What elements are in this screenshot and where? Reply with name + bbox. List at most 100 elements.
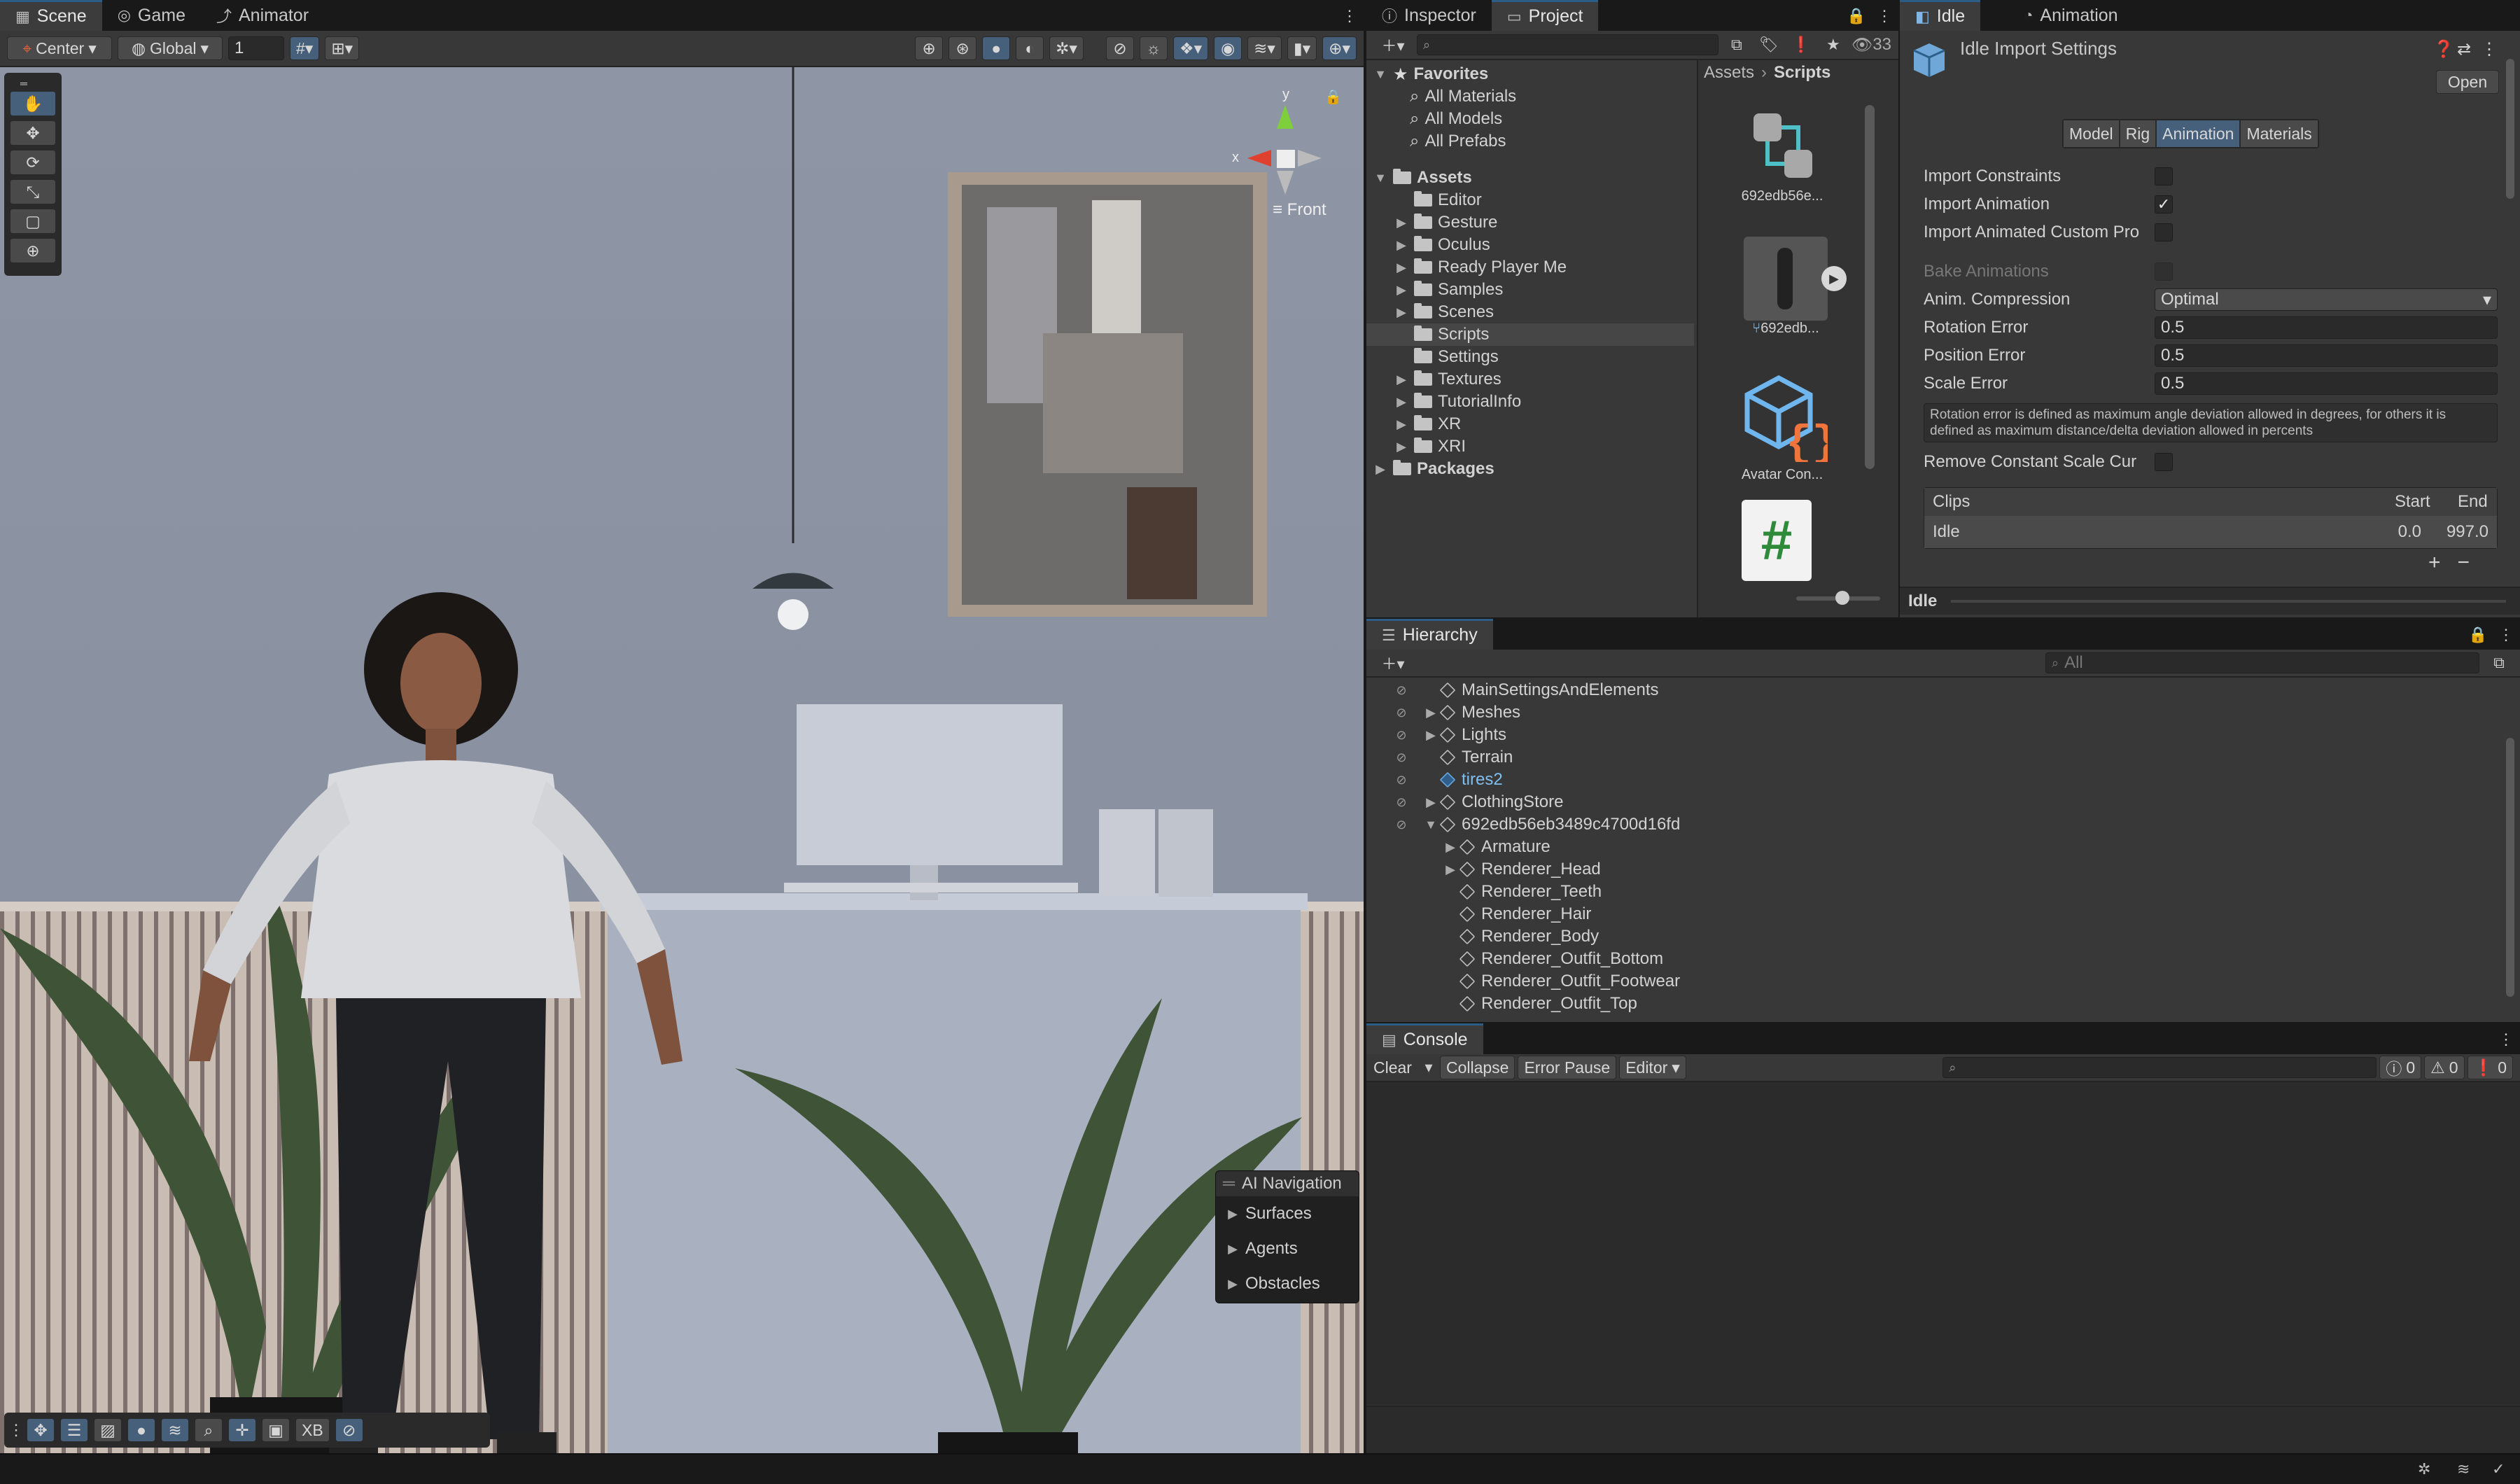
lock-icon[interactable]: 🔒 xyxy=(2464,623,2492,647)
scale-error-field[interactable]: 0.5 xyxy=(2155,372,2498,395)
hierarchy-item[interactable]: ⊘Renderer_Teeth xyxy=(1366,881,2500,903)
gizmos-icon[interactable]: ⊕▾ xyxy=(1322,36,1357,60)
warning-filter-toggle[interactable]: ⚠ 0 xyxy=(2424,1056,2465,1079)
asset-folder-tutorialinfo[interactable]: ▶ TutorialInfo xyxy=(1366,391,1694,413)
visibility-hidden-icon[interactable]: ⊘ xyxy=(1393,794,1410,811)
more-options-icon[interactable]: ⋮ xyxy=(2492,1028,2520,1051)
asset-folder-gesture[interactable]: ▶ Gesture xyxy=(1366,211,1694,234)
ai-navigation-item-obstacles[interactable]: ▶ Obstacles xyxy=(1216,1266,1359,1301)
ai-navigation-item-surfaces[interactable]: ▶ Surfaces xyxy=(1216,1196,1359,1231)
rotate-tool-icon[interactable]: ⟳ xyxy=(10,150,56,175)
import-constraints-checkbox[interactable] xyxy=(2155,167,2173,186)
breadcrumb-current[interactable]: Scripts xyxy=(1774,63,1830,83)
import-animated-custom-checkbox[interactable] xyxy=(2155,223,2173,241)
asset-folder-samples[interactable]: ▶ Samples xyxy=(1366,279,1694,301)
hierarchy-item[interactable]: ⊘Renderer_Outfit_Footwear xyxy=(1366,970,2500,993)
layers-icon[interactable]: ≋▾ xyxy=(1247,36,1282,60)
visibility-hidden-icon[interactable]: ⊘ xyxy=(1393,816,1410,833)
tab-console[interactable]: ▤ Console xyxy=(1366,1023,1483,1054)
transform-tool-icon[interactable]: ⊕ xyxy=(10,238,56,263)
camera-settings-icon[interactable]: ▮▾ xyxy=(1287,36,1317,60)
position-error-field[interactable]: 0.5 xyxy=(2155,344,2498,367)
favorite-item[interactable]: ⌕ All Prefabs xyxy=(1366,130,1694,153)
effects-toggle-icon[interactable]: ❖▾ xyxy=(1172,36,1209,60)
gizmo-view-label[interactable]: ≡ Front xyxy=(1273,200,1326,220)
chevron-right-icon[interactable]: ▶ xyxy=(1424,795,1438,810)
asset-folder-settings[interactable]: Settings xyxy=(1366,346,1694,368)
visibility-toggle-icon[interactable]: ◉ xyxy=(1214,36,1242,60)
draw-mode-unlit-icon[interactable]: ◐ xyxy=(1016,36,1044,60)
sub-tab-rig[interactable]: Rig xyxy=(2119,120,2157,148)
asset-folder-editor[interactable]: Editor xyxy=(1366,189,1694,211)
visibility-hidden-icon[interactable]: ⊘ xyxy=(1393,749,1410,766)
tab-animation[interactable]: ◔ Animation xyxy=(2008,0,2133,31)
search-icon[interactable]: ⌕ xyxy=(195,1418,223,1442)
chevron-right-icon[interactable]: ▶ xyxy=(1394,440,1408,454)
open-button[interactable]: Open xyxy=(2436,70,2499,94)
layers-icon[interactable]: ≋ xyxy=(161,1418,189,1442)
chevron-right-icon[interactable]: ▶ xyxy=(1443,840,1457,855)
tab-hierarchy[interactable]: ☰ Hierarchy xyxy=(1366,619,1493,650)
hierarchy-item[interactable]: ⊘ ▶ Lights xyxy=(1366,724,2500,746)
more-options-icon[interactable]: ⋮ xyxy=(1336,4,1364,28)
favorite-icon[interactable]: ★ xyxy=(1819,33,1847,57)
more-options-icon[interactable]: ⋮ xyxy=(2481,39,2498,59)
lighting-toggle-icon[interactable]: ☼ xyxy=(1139,36,1168,60)
more-options-icon[interactable]: ⋮ xyxy=(1870,4,1898,28)
scene-viewport[interactable]: ═ ✋ ✥ ⟳ ⤡ ▢ ⊕ 🔒 y x ≡ Front ═ AI Navigat… xyxy=(0,67,1364,1453)
preview-bar[interactable]: Idle xyxy=(1900,587,2520,615)
hierarchy-scrollbar-thumb[interactable] xyxy=(2506,738,2514,997)
asset-folder-scripts[interactable]: Scripts xyxy=(1366,323,1694,346)
hand-tool-icon[interactable]: ✋ xyxy=(10,91,56,116)
gizmo-x-axis[interactable] xyxy=(1247,150,1271,167)
remove-constant-scale-checkbox[interactable] xyxy=(2155,453,2173,471)
snap-value-field[interactable]: 1 xyxy=(228,36,284,60)
rotation-error-field[interactable]: 0.5 xyxy=(2155,316,2498,339)
warning-filter-icon[interactable]: ❗ xyxy=(1787,33,1815,57)
editor-target-dropdown[interactable]: Editor ▾ xyxy=(1619,1056,1686,1079)
scrollbar-thumb[interactable] xyxy=(1865,105,1875,469)
asset-tile[interactable]: 692edb56e... xyxy=(1726,106,1838,204)
search-options-icon[interactable]: ⧉ xyxy=(2485,651,2513,675)
sub-tab-materials[interactable]: Materials xyxy=(2240,120,2318,148)
assets-header[interactable]: ▼ Assets xyxy=(1366,167,1694,189)
help-icon[interactable]: ❓ xyxy=(2433,39,2454,59)
gizmo-center-cube[interactable] xyxy=(1277,150,1295,168)
clear-button[interactable]: Clear xyxy=(1368,1056,1418,1079)
favorites-header[interactable]: ▼ ★ Favorites xyxy=(1366,63,1694,85)
debug-draw-icon[interactable]: ✲▾ xyxy=(1049,36,1084,60)
hierarchy-item[interactable]: ⊘▶Renderer_Head xyxy=(1366,858,2500,881)
asset-tile[interactable]: {} Avatar Con... xyxy=(1726,371,1838,483)
asset-tile[interactable]: # xyxy=(1742,500,1826,584)
collapse-button[interactable]: Collapse xyxy=(1439,1056,1516,1079)
create-object-button[interactable]: ＋▾ xyxy=(1373,651,1413,675)
gizmo-lock-icon[interactable]: 🔒 xyxy=(1324,88,1342,106)
hierarchy-item[interactable]: ⊘ Terrain xyxy=(1366,746,2500,769)
sphere-icon[interactable]: ● xyxy=(127,1418,155,1442)
tab-game[interactable]: ◎ Game xyxy=(102,0,201,31)
asset-folder-xri[interactable]: ▶ XRI xyxy=(1366,435,1694,458)
chevron-down-icon[interactable]: ▼ xyxy=(1424,818,1438,832)
visibility-hidden-icon[interactable]: ⊘ xyxy=(1393,682,1410,699)
chevron-right-icon[interactable]: ▶ xyxy=(1394,417,1408,432)
hierarchy-item[interactable]: ⊘Renderer_Body xyxy=(1366,925,2500,948)
move-tool-icon[interactable]: ✥ xyxy=(27,1418,55,1442)
hierarchy-item[interactable]: ⊘Renderer_Outfit_Bottom xyxy=(1366,948,2500,970)
view-orientation-gizmo[interactable]: 🔒 y x ≡ Front xyxy=(1218,87,1344,235)
asset-folder-scenes[interactable]: ▶ Scenes xyxy=(1366,301,1694,323)
gizmo-y-axis[interactable] xyxy=(1277,105,1294,129)
cache-server-icon[interactable]: ≋ xyxy=(2457,1460,2470,1478)
info-filter-toggle[interactable]: ⓘ 0 xyxy=(2379,1056,2422,1079)
hidden-count[interactable]: 👁 33 xyxy=(1851,33,1891,57)
project-search-input[interactable]: ⌕ xyxy=(1417,34,1718,55)
chevron-right-icon[interactable]: ▶ xyxy=(1394,283,1408,298)
anim-compression-dropdown[interactable]: Optimal ▾ xyxy=(2155,288,2498,311)
bug-report-icon[interactable]: ✲ xyxy=(2418,1460,2430,1478)
chevron-right-icon[interactable]: ▶ xyxy=(1443,862,1457,877)
scale-tool-icon[interactable]: ⤡ xyxy=(10,179,56,204)
asset-folder-oculus[interactable]: ▶ Oculus xyxy=(1366,234,1694,256)
draw-mode-wireframe-icon[interactable]: ⊕ xyxy=(915,36,944,60)
grip-handle-icon[interactable]: ⋮ xyxy=(8,1418,24,1442)
visibility-hidden-icon[interactable]: ⊘ xyxy=(1393,727,1410,743)
grid-toggle-button[interactable]: ⊞▾ xyxy=(325,36,360,60)
